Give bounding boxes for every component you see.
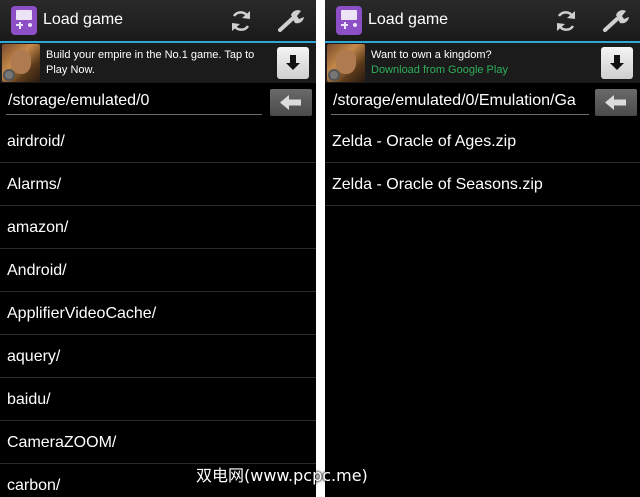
list-item[interactable]: Zelda - Oracle of Ages.zip xyxy=(325,120,640,163)
ad-headline: Build your empire in the No.1 game. Tap … xyxy=(46,49,255,76)
wrench-icon[interactable] xyxy=(276,6,306,36)
back-arrow-icon[interactable] xyxy=(270,89,312,116)
refresh-icon[interactable] xyxy=(226,6,256,36)
path-input[interactable] xyxy=(6,88,262,115)
list-item[interactable]: Alarms/ xyxy=(0,163,316,206)
ad-headline: Want to own a kingdom? xyxy=(371,49,492,61)
list-item[interactable]: baidu/ xyxy=(0,378,316,421)
file-list: airdroid/ Alarms/ amazon/ Android/ Appli… xyxy=(0,120,316,497)
ad-banner[interactable]: Want to own a kingdom? Download from Goo… xyxy=(325,43,640,83)
file-list: Zelda - Oracle of Ages.zip Zelda - Oracl… xyxy=(325,120,640,206)
list-item[interactable]: ApplifierVideoCache/ xyxy=(0,292,316,335)
right-screen: Load game Want to own a kingdom? Downloa… xyxy=(325,0,640,497)
page-title: Load game xyxy=(368,11,449,28)
ad-thumbnail xyxy=(2,44,40,82)
ad-link[interactable]: Download from Google Play xyxy=(371,63,593,78)
download-icon[interactable] xyxy=(601,47,633,79)
ad-text: Build your empire in the No.1 game. Tap … xyxy=(46,48,268,78)
list-item[interactable]: amazon/ xyxy=(0,206,316,249)
list-item[interactable]: aquery/ xyxy=(0,335,316,378)
page-title: Load game xyxy=(43,11,124,28)
ad-text: Want to own a kingdom? Download from Goo… xyxy=(371,48,593,78)
download-icon[interactable] xyxy=(277,47,309,79)
list-item[interactable]: Android/ xyxy=(0,249,316,292)
watermark: 双电网(www.pcpc.me) xyxy=(196,466,368,485)
action-bar: Load game xyxy=(325,0,640,43)
refresh-icon[interactable] xyxy=(551,6,581,36)
ad-thumbnail xyxy=(327,44,365,82)
back-arrow-icon[interactable] xyxy=(595,89,637,116)
gameboy-app-icon[interactable] xyxy=(336,6,362,35)
wrench-icon[interactable] xyxy=(601,6,631,36)
list-item[interactable]: airdroid/ xyxy=(0,120,316,163)
screenshot-divider xyxy=(316,0,325,497)
list-item[interactable]: Zelda - Oracle of Seasons.zip xyxy=(325,163,640,206)
path-input[interactable] xyxy=(331,88,589,115)
action-bar: Load game xyxy=(0,0,316,43)
list-item[interactable]: CameraZOOM/ xyxy=(0,421,316,464)
path-bar xyxy=(325,88,640,118)
gameboy-app-icon[interactable] xyxy=(11,6,37,35)
path-bar xyxy=(0,88,316,118)
left-screen: Load game Build your empire in the No.1 … xyxy=(0,0,316,497)
ad-banner[interactable]: Build your empire in the No.1 game. Tap … xyxy=(0,43,316,83)
